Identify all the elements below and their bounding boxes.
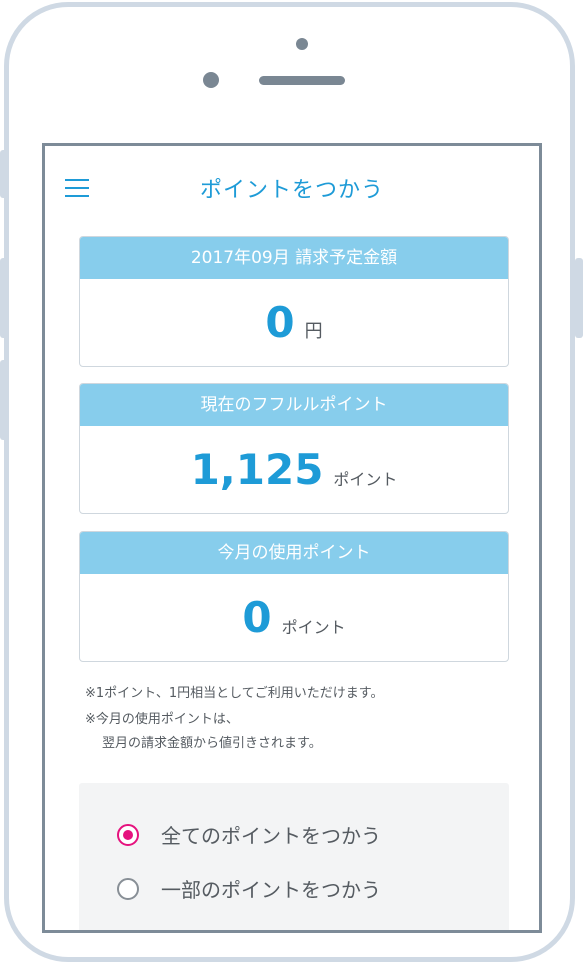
usage-note-continued: 翌月の請求金額から値引きされます。 <box>102 736 322 751</box>
current-points-body: 1,125 ポイント <box>80 426 508 513</box>
phone-side-button <box>575 258 583 338</box>
earpiece-speaker <box>259 76 345 85</box>
used-points-heading: 今月の使用ポイント <box>80 532 508 574</box>
use-all-points-option[interactable]: 全てのポイントをつかう <box>117 820 381 849</box>
current-points-heading: 現在のフフルルポイント <box>80 384 508 426</box>
front-camera <box>296 38 308 50</box>
radio-unselected-icon[interactable] <box>117 877 139 900</box>
billing-unit: 円 <box>304 320 323 342</box>
use-all-points-label: 全てのポイントをつかう <box>161 824 381 848</box>
used-points-unit: ポイント <box>281 617 346 637</box>
billing-card: 2017年09月 請求予定金額 0 円 <box>79 236 509 367</box>
used-points-card: 今月の使用ポイント 0 ポイント <box>79 531 509 662</box>
page-title: ポイントをつかう <box>199 178 384 203</box>
point-usage-options: 全てのポイントをつかう 一部のポイントをつかう <box>79 783 509 930</box>
usage-note: ※今月の使用ポイントは、 <box>85 712 239 727</box>
phone-side-button <box>0 258 8 338</box>
point-value-note: ※1ポイント、1円相当としてご利用いただけます。 <box>85 686 384 701</box>
current-points-unit: ポイント <box>333 469 398 489</box>
current-points-card: 現在のフフルルポイント 1,125 ポイント <box>79 383 509 514</box>
use-partial-points-option[interactable]: 一部のポイントをつかう <box>117 874 381 903</box>
app-screen: ポイントをつかう 2017年09月 請求予定金額 0 円 現在のフフルルポイント… <box>42 143 542 933</box>
radio-selected-icon[interactable] <box>117 823 139 846</box>
app-header: ポイントをつかう <box>45 146 539 232</box>
billing-card-heading: 2017年09月 請求予定金額 <box>80 237 508 279</box>
billing-card-body: 0 円 <box>80 279 508 366</box>
used-points-body: 0 ポイント <box>80 574 508 661</box>
proximity-sensor <box>203 72 219 88</box>
billing-amount: 0 <box>265 298 295 347</box>
current-points-value: 1,125 <box>190 445 324 494</box>
used-points-value: 0 <box>242 593 272 642</box>
phone-side-button <box>0 150 8 198</box>
phone-side-button <box>0 360 8 440</box>
use-partial-points-label: 一部のポイントをつかう <box>161 878 381 902</box>
